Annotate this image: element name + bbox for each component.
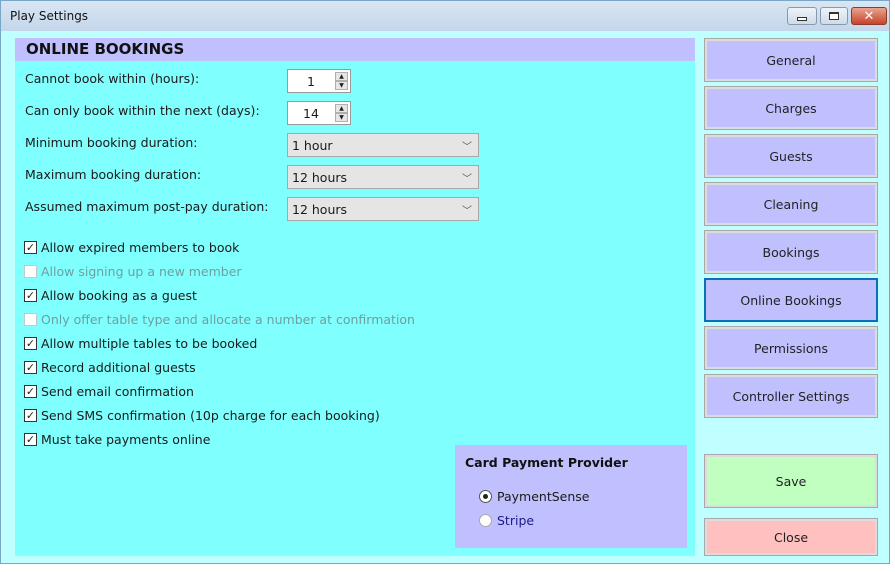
max-duration-value: 12 hours xyxy=(292,170,348,185)
checkbox-label: Allow booking as a guest xyxy=(41,287,197,303)
checkbox-row[interactable]: ✓ Record additional guests xyxy=(24,359,196,375)
decrement-button[interactable]: ▼ xyxy=(335,113,348,122)
max-duration-select[interactable]: 12 hours ﹀ xyxy=(287,165,479,189)
arrow-down-icon: ▼ xyxy=(339,81,344,89)
checkbox-checked-icon[interactable]: ✓ xyxy=(24,360,37,374)
payment-provider-title: Card Payment Provider xyxy=(465,455,628,470)
radio-paymentsense[interactable]: PaymentSense xyxy=(479,489,589,504)
chevron-down-icon: ﹀ xyxy=(462,174,472,185)
checkbox-row: Only offer table type and allocate a num… xyxy=(24,311,415,327)
increment-button[interactable]: ▲ xyxy=(335,72,348,81)
chevron-down-icon: ﹀ xyxy=(462,206,472,217)
online-bookings-panel: ONLINE BOOKINGS Cannot book within (hour… xyxy=(15,38,695,556)
checkbox-label: Allow multiple tables to be booked xyxy=(41,335,258,351)
play-settings-window: Play Settings ✕ ONLINE BOOKINGS Cannot b… xyxy=(0,0,890,564)
cannot-book-within-label: Cannot book within (hours): xyxy=(25,71,200,86)
checkbox-label: Record additional guests xyxy=(41,359,196,375)
window-title: Play Settings xyxy=(10,9,89,23)
increment-button[interactable]: ▲ xyxy=(335,104,348,113)
close-button[interactable]: Close xyxy=(704,518,878,556)
checkbox-label: Allow signing up a new member xyxy=(41,263,242,279)
checkbox-checked-icon[interactable]: ✓ xyxy=(24,288,37,302)
cannot-book-within-stepper[interactable]: 1 ▲ ▼ xyxy=(287,69,351,93)
window-close-button[interactable]: ✕ xyxy=(851,7,887,25)
checkbox-row[interactable]: ✓ Send email confirmation xyxy=(24,383,194,399)
radio-unselected-icon[interactable] xyxy=(479,514,492,527)
save-button[interactable]: Save xyxy=(704,454,878,508)
arrow-up-icon: ▲ xyxy=(339,104,344,112)
checkbox-checked-icon[interactable]: ✓ xyxy=(24,432,37,446)
post-pay-duration-value: 12 hours xyxy=(292,202,348,217)
checkbox-row[interactable]: ✓ Allow booking as a guest xyxy=(24,287,197,303)
radio-label: PaymentSense xyxy=(497,489,590,504)
close-icon: ✕ xyxy=(863,8,875,24)
max-duration-label: Maximum booking duration: xyxy=(25,167,202,182)
post-pay-duration-label: Assumed maximum post-pay duration: xyxy=(25,199,269,214)
radio-label: Stripe xyxy=(497,513,535,528)
checkbox-checked-icon[interactable]: ✓ xyxy=(24,240,37,254)
cannot-book-within-value[interactable]: 1 xyxy=(288,74,334,89)
checkbox-checked-icon[interactable]: ✓ xyxy=(24,408,37,422)
checkbox-label: Must take payments online xyxy=(41,431,211,447)
checkbox-label: Send email confirmation xyxy=(41,383,194,399)
maximize-icon xyxy=(829,12,839,20)
nav-permissions[interactable]: Permissions xyxy=(704,326,878,370)
decrement-button[interactable]: ▼ xyxy=(335,81,348,90)
min-duration-value: 1 hour xyxy=(292,138,333,153)
maximize-button[interactable] xyxy=(820,7,848,25)
checkbox-row[interactable]: ✓ Send SMS confirmation (10p charge for e… xyxy=(24,407,380,423)
checkbox-label: Allow expired members to book xyxy=(41,239,240,255)
section-header: ONLINE BOOKINGS xyxy=(15,38,695,61)
section-title: ONLINE BOOKINGS xyxy=(26,40,185,58)
radio-selected-icon[interactable] xyxy=(479,490,492,503)
checkbox-row[interactable]: ✓ Allow expired members to book xyxy=(24,239,239,255)
checkbox-label: Send SMS confirmation (10p charge for ea… xyxy=(41,407,380,423)
checkbox-row[interactable]: ✓ Must take payments online xyxy=(24,431,210,447)
nav-guests[interactable]: Guests xyxy=(704,134,878,178)
checkbox-unchecked-icon xyxy=(24,264,37,278)
checkbox-checked-icon[interactable]: ✓ xyxy=(24,384,37,398)
nav-online-bookings[interactable]: Online Bookings xyxy=(704,278,878,322)
arrow-up-icon: ▲ xyxy=(339,72,344,80)
checkbox-checked-icon[interactable]: ✓ xyxy=(24,336,37,350)
radio-stripe[interactable]: Stripe xyxy=(479,513,534,528)
checkbox-label: Only offer table type and allocate a num… xyxy=(41,311,415,327)
min-duration-label: Minimum booking duration: xyxy=(25,135,198,150)
post-pay-duration-select[interactable]: 12 hours ﹀ xyxy=(287,197,479,221)
checkbox-row: Allow signing up a new member xyxy=(24,263,242,279)
nav-cleaning[interactable]: Cleaning xyxy=(704,182,878,226)
nav-general[interactable]: General xyxy=(704,38,878,82)
min-duration-select[interactable]: 1 hour ﹀ xyxy=(287,133,479,157)
arrow-down-icon: ▼ xyxy=(339,113,344,121)
nav-controller-settings[interactable]: Controller Settings xyxy=(704,374,878,418)
book-within-next-label: Can only book within the next (days): xyxy=(25,103,260,118)
book-within-next-stepper[interactable]: 14 ▲ ▼ xyxy=(287,101,351,125)
checkbox-unchecked-icon xyxy=(24,312,37,326)
checkbox-row[interactable]: ✓ Allow multiple tables to be booked xyxy=(24,335,257,351)
title-bar: Play Settings ✕ xyxy=(1,1,889,31)
minimize-button[interactable] xyxy=(787,7,817,25)
chevron-down-icon: ﹀ xyxy=(462,142,472,153)
book-within-next-value[interactable]: 14 xyxy=(288,106,334,121)
minimize-icon xyxy=(797,16,807,21)
nav-bookings[interactable]: Bookings xyxy=(704,230,878,274)
card-payment-provider-group: Card Payment Provider PaymentSense Strip… xyxy=(455,445,687,548)
nav-charges[interactable]: Charges xyxy=(704,86,878,130)
